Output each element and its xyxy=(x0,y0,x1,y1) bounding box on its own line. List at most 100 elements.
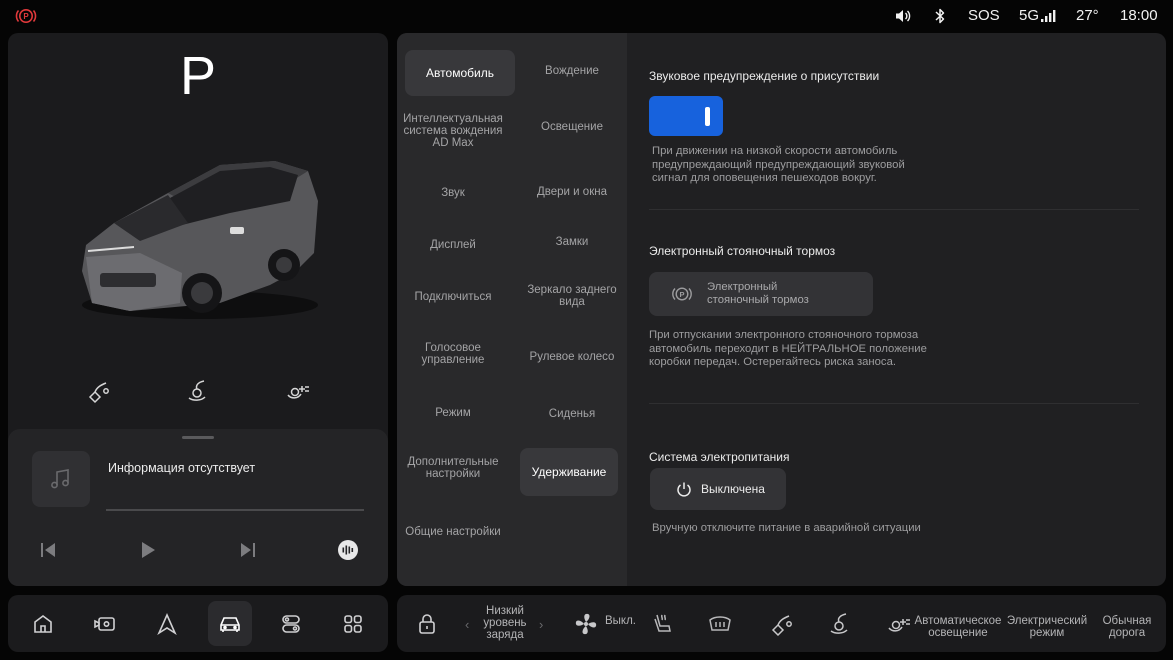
desc-line: При отпускании электронного стояночного … xyxy=(649,329,919,341)
signal-strength-icon xyxy=(1040,9,1058,23)
bluetooth-icon[interactable] xyxy=(934,7,946,25)
camera-icon[interactable] xyxy=(90,609,120,639)
music-note-icon xyxy=(48,466,74,492)
fuel-door-icon[interactable] xyxy=(80,373,116,409)
presence-warning-title: Звуковое предупреждение о присутствии xyxy=(649,69,880,83)
quick-controls-dock: ‹ Низкий уровень заряда › Выкл. Автомати… xyxy=(397,595,1166,652)
fan-status: Выкл. xyxy=(605,615,637,627)
car-image xyxy=(70,153,325,328)
power-off-label: Выключена xyxy=(701,482,765,496)
desc-line: При движении на низкой скорости автомоби… xyxy=(652,145,898,157)
progress-bar[interactable] xyxy=(106,509,364,511)
presence-warning-toggle[interactable] xyxy=(649,96,723,136)
menu-item-connect[interactable]: Подключиться xyxy=(397,285,509,309)
normal-road-line: дорога xyxy=(1108,627,1146,639)
sos-label[interactable]: SOS xyxy=(968,7,1000,24)
auto-light-label[interactable]: Автоматическое освещение xyxy=(911,615,1005,639)
menu-item-general[interactable]: Общие настройки xyxy=(397,518,509,546)
home-icon[interactable] xyxy=(28,609,58,639)
gear-indicator: P xyxy=(179,46,217,106)
normal-road-label[interactable]: Обычная дорога xyxy=(1095,615,1159,639)
desc-line: автомобиль переходит в НЕЙТРАЛЬНОЕ полож… xyxy=(649,342,927,355)
app-grid-icon[interactable] xyxy=(338,609,368,639)
desc-line: коробки передач. Остерегайтесь риска зан… xyxy=(649,356,896,368)
next-icon[interactable] xyxy=(232,537,264,563)
electric-mode-label[interactable]: Электрический режим xyxy=(1005,615,1089,639)
epb-button-label: Электронный стояночный тормоз xyxy=(707,281,809,306)
epb-label-line: Электронный xyxy=(707,281,778,293)
power-icon xyxy=(676,481,692,497)
toggle-knob xyxy=(705,107,710,126)
menu-item-locks[interactable]: Замки xyxy=(517,230,627,254)
power-description: Вручную отключите питание в аварийной си… xyxy=(652,522,921,534)
menu-item-hold[interactable]: Удерживание xyxy=(520,448,618,496)
epb-button[interactable]: P Электронный стояночный тормоз xyxy=(649,272,873,316)
menu-item-doors-windows[interactable]: Двери и окна xyxy=(517,180,627,204)
media-player: Информация отсутствует xyxy=(8,429,388,586)
menu-item-ad-max[interactable]: Интеллектуальная система вождения AD Max xyxy=(399,113,507,149)
auto-light-line: освещение xyxy=(928,627,988,639)
menu-item-seats[interactable]: Сиденья xyxy=(517,402,627,426)
svg-text:P: P xyxy=(679,290,684,299)
desc-line: предупреждающий предупреждающий звуковой xyxy=(652,158,905,171)
low-charge-line: заряда xyxy=(486,629,524,641)
clock: 18:00 xyxy=(1120,7,1158,24)
epb-label-line: стояночный тормоз xyxy=(707,293,809,306)
settings-menu: Автомобиль Интеллектуальная система вожд… xyxy=(397,33,627,586)
electric-mode-line: режим xyxy=(1029,627,1065,639)
album-art xyxy=(32,451,90,507)
temperature-label: 27° xyxy=(1076,7,1099,24)
lock-icon[interactable] xyxy=(412,609,442,639)
parking-brake-icon: P xyxy=(671,285,693,303)
menu-item-display[interactable]: Дисплей xyxy=(397,233,509,257)
menu-item-mirror[interactable]: Зеркало заднего вида xyxy=(517,282,627,310)
chevron-left-icon[interactable]: ‹ xyxy=(465,617,469,632)
fan-icon[interactable] xyxy=(571,609,601,639)
menu-item-sound[interactable]: Звук xyxy=(397,181,509,205)
low-charge-line: уровень xyxy=(483,617,527,629)
desc-line: сигнал для оповещения пешеходов вокруг. xyxy=(652,172,877,184)
apps-switch-icon[interactable] xyxy=(276,609,306,639)
divider xyxy=(649,403,1139,404)
charge-port-dock-icon[interactable] xyxy=(825,609,855,639)
drag-handle[interactable] xyxy=(182,436,214,439)
menu-item-voice-control[interactable]: Голосовое управление xyxy=(397,340,509,368)
status-bar: P SOS 5G 27° 18:00 xyxy=(0,0,1173,32)
menu-item-advanced[interactable]: Дополнительные настройки xyxy=(397,454,509,482)
electric-mode-line: Электрический xyxy=(1006,615,1088,627)
parking-brake-warning-icon: P xyxy=(14,7,38,25)
epb-description: При отпускании электронного стояночного … xyxy=(649,329,927,370)
presence-warning-description: При движении на низкой скорости автомоби… xyxy=(652,145,905,186)
svg-text:P: P xyxy=(23,12,29,21)
track-title: Информация отсутствует xyxy=(108,461,256,475)
menu-item-vehicle[interactable]: Автомобиль xyxy=(405,50,515,96)
navigation-icon[interactable] xyxy=(152,609,182,639)
menu-item-lighting[interactable]: Освещение xyxy=(517,115,627,139)
charge-port-right-icon[interactable] xyxy=(280,373,316,409)
low-charge-line: Низкий xyxy=(486,605,524,617)
chevron-right-icon[interactable]: › xyxy=(539,617,543,632)
volume-icon[interactable] xyxy=(894,8,912,24)
settings-panel: Автомобиль Интеллектуальная система вожд… xyxy=(397,33,1166,586)
charge-port-right-dock-icon[interactable] xyxy=(884,609,914,639)
menu-item-steering[interactable]: Рулевое колесо xyxy=(517,343,627,371)
app-dock xyxy=(8,595,388,652)
menu-item-mode[interactable]: Режим xyxy=(397,401,509,425)
voice-assistant-icon[interactable] xyxy=(332,537,364,563)
previous-icon[interactable] xyxy=(32,537,64,563)
charge-port-left-icon[interactable] xyxy=(180,373,216,409)
play-icon[interactable] xyxy=(132,537,164,563)
divider xyxy=(649,209,1139,210)
fuel-door-dock-icon[interactable] xyxy=(766,609,796,639)
auto-light-line: Автоматическое xyxy=(914,615,1002,627)
rear-defrost-icon[interactable] xyxy=(705,609,735,639)
vehicle-panel: P Информация отсутствует xyxy=(8,33,388,586)
low-charge-label[interactable]: Низкий уровень заряда xyxy=(475,605,535,641)
normal-road-line: Обычная xyxy=(1102,615,1152,627)
menu-item-driving[interactable]: Вождение xyxy=(517,59,627,83)
seat-heating-icon[interactable] xyxy=(647,609,677,639)
settings-content: Звуковое предупреждение о присутствии Пр… xyxy=(627,33,1166,586)
epb-title: Электронный стояночный тормоз xyxy=(649,244,836,258)
power-off-button[interactable]: Выключена xyxy=(650,468,786,510)
vehicle-icon[interactable] xyxy=(215,609,245,639)
